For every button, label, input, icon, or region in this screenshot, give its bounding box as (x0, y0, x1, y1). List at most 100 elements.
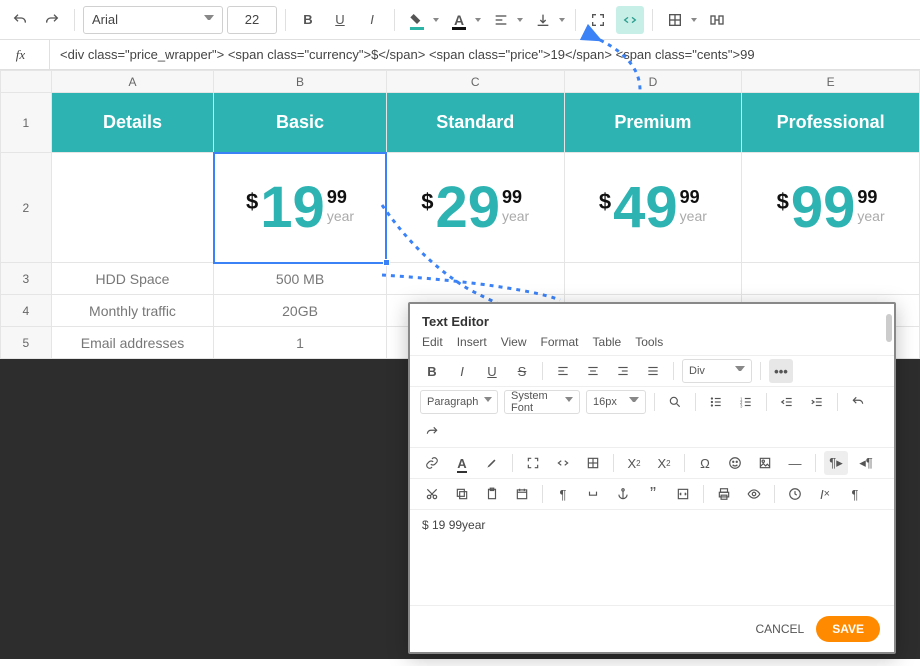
outdent-icon[interactable] (775, 390, 799, 414)
formula-input[interactable]: <div class="price_wrapper"> <span class=… (50, 47, 920, 62)
cell-A1[interactable]: Details (51, 93, 213, 153)
chevron-down-icon[interactable] (431, 18, 441, 22)
html-edit-button[interactable] (616, 6, 644, 34)
fullview-button[interactable] (584, 6, 612, 34)
cell-A4[interactable]: Monthly traffic (51, 295, 213, 327)
ed-italic-button[interactable]: I (450, 359, 474, 383)
cell-C1[interactable]: Standard (386, 93, 564, 153)
font-size-select[interactable]: 22 (227, 6, 277, 34)
editor-redo-button[interactable] (420, 420, 444, 444)
align-left-icon[interactable] (551, 359, 575, 383)
cell-C2[interactable]: $2999year (386, 153, 564, 263)
col-header-A[interactable]: A (51, 71, 213, 93)
ed-textcolor-button[interactable]: A (450, 451, 474, 475)
col-header-B[interactable]: B (214, 71, 387, 93)
subscript-icon[interactable]: X2 (622, 451, 646, 475)
menu-edit[interactable]: Edit (422, 335, 443, 349)
hr-icon[interactable]: — (783, 451, 807, 475)
omega-icon[interactable]: Ω (693, 451, 717, 475)
col-header-E[interactable]: E (742, 71, 920, 93)
preview-icon[interactable] (742, 482, 766, 506)
underline-button[interactable]: U (326, 6, 354, 34)
align-justify-icon[interactable] (641, 359, 665, 383)
cell-B3[interactable]: 500 MB (214, 263, 387, 295)
quote-icon[interactable]: ” (641, 482, 665, 506)
cell-A2[interactable] (51, 153, 213, 263)
cell-E2[interactable]: $9999year (742, 153, 920, 263)
paragraph-icon[interactable]: ¶ (843, 482, 867, 506)
more-button[interactable]: ••• (769, 359, 793, 383)
cell-D1[interactable]: Premium (564, 93, 742, 153)
italic-button[interactable]: I (358, 6, 386, 34)
selection-handle[interactable] (383, 259, 390, 266)
bullet-list-icon[interactable] (704, 390, 728, 414)
code-icon[interactable] (551, 451, 575, 475)
block-type-select[interactable]: Div (682, 359, 752, 383)
cell-A3[interactable]: HDD Space (51, 263, 213, 295)
borders-button[interactable] (661, 6, 689, 34)
chevron-down-icon[interactable] (515, 18, 525, 22)
indent-icon[interactable] (805, 390, 829, 414)
cell-B1[interactable]: Basic (214, 93, 387, 153)
anchor-icon[interactable] (611, 482, 635, 506)
row-header-5[interactable]: 5 (1, 327, 52, 359)
clear-format-icon[interactable]: I× (813, 482, 837, 506)
corner-cell[interactable] (1, 71, 52, 93)
ltr-icon[interactable]: ¶▸ (824, 451, 848, 475)
bold-button[interactable]: B (294, 6, 322, 34)
emoji-icon[interactable] (723, 451, 747, 475)
pilcrow-icon[interactable]: ¶ (551, 482, 575, 506)
cell-E3[interactable] (742, 263, 920, 295)
superscript-icon[interactable]: X2 (652, 451, 676, 475)
image-icon[interactable] (753, 451, 777, 475)
chevron-down-icon[interactable] (473, 18, 483, 22)
editor-content[interactable]: $ 19 99year (410, 509, 894, 605)
align-center-icon[interactable] (581, 359, 605, 383)
scrollbar[interactable] (886, 314, 892, 606)
row-header-4[interactable]: 4 (1, 295, 52, 327)
menu-view[interactable]: View (501, 335, 527, 349)
rtl-icon[interactable]: ◂¶ (854, 451, 878, 475)
horizontal-align-button[interactable] (487, 6, 515, 34)
codeblock-icon[interactable] (671, 482, 695, 506)
cancel-button[interactable]: CANCEL (756, 622, 805, 636)
numbered-list-icon[interactable]: 123 (734, 390, 758, 414)
menu-format[interactable]: Format (541, 335, 579, 349)
copy-icon[interactable] (450, 482, 474, 506)
cell-B5[interactable]: 1 (214, 327, 387, 359)
align-right-icon[interactable] (611, 359, 635, 383)
fill-color-button[interactable] (403, 6, 431, 34)
cell-E1[interactable]: Professional (742, 93, 920, 153)
redo-button[interactable] (38, 6, 66, 34)
cell-B2[interactable]: $1999year (214, 153, 387, 263)
calendar-icon[interactable] (510, 482, 534, 506)
chevron-down-icon[interactable] (557, 18, 567, 22)
undo-button[interactable] (6, 6, 34, 34)
link-icon[interactable] (420, 451, 444, 475)
ed-underline-button[interactable]: U (480, 359, 504, 383)
cell-D3[interactable] (564, 263, 742, 295)
save-button[interactable]: SAVE (816, 616, 880, 642)
paste-icon[interactable] (480, 482, 504, 506)
row-header-2[interactable]: 2 (1, 153, 52, 263)
nbsp-icon[interactable] (581, 482, 605, 506)
cell-B4[interactable]: 20GB (214, 295, 387, 327)
print-icon[interactable] (712, 482, 736, 506)
menu-table[interactable]: Table (593, 335, 622, 349)
cell-D2[interactable]: $4999year (564, 153, 742, 263)
search-icon[interactable] (663, 390, 687, 414)
row-header-1[interactable]: 1 (1, 93, 52, 153)
text-color-button[interactable]: A (445, 6, 473, 34)
menu-tools[interactable]: Tools (635, 335, 663, 349)
col-header-C[interactable]: C (386, 71, 564, 93)
menu-insert[interactable]: Insert (457, 335, 487, 349)
clock-icon[interactable] (783, 482, 807, 506)
ed-strike-button[interactable]: S (510, 359, 534, 383)
table-icon[interactable] (581, 451, 605, 475)
row-header-3[interactable]: 3 (1, 263, 52, 295)
expand-icon[interactable] (521, 451, 545, 475)
editor-undo-button[interactable] (846, 390, 870, 414)
cell-C3[interactable] (386, 263, 564, 295)
merge-cells-button[interactable] (703, 6, 731, 34)
font-family-select[interactable]: Arial (83, 6, 223, 34)
